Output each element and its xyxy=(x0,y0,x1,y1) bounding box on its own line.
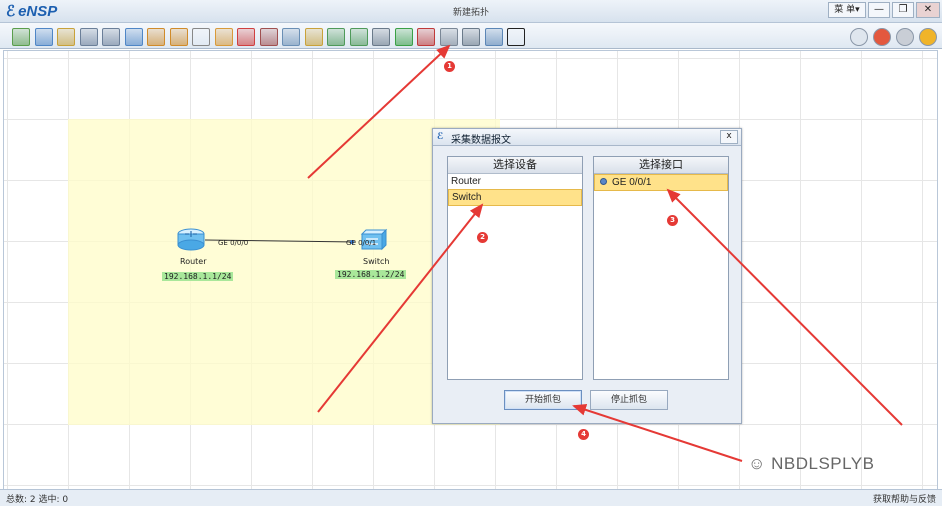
dialog-close-button[interactable]: x xyxy=(720,130,738,144)
redo-icon[interactable] xyxy=(169,28,188,46)
interface-panel: 选择接口 GE 0/0/1 xyxy=(593,156,729,380)
interface-panel-header: 选择接口 xyxy=(594,157,728,174)
help-icon[interactable] xyxy=(919,28,937,46)
fit-icon[interactable] xyxy=(372,28,390,46)
new-test-icon[interactable] xyxy=(34,28,53,46)
device-item-router[interactable]: Router xyxy=(448,174,582,189)
dialog-title: 采集数据报文 xyxy=(451,135,511,146)
toolbar xyxy=(0,23,942,49)
start-device-icon[interactable] xyxy=(394,28,413,46)
open-icon[interactable] xyxy=(57,28,75,46)
wechat-icon: ☺ xyxy=(748,454,766,473)
watermark-text: NBDLSPLYB xyxy=(771,454,875,473)
text-icon[interactable] xyxy=(282,28,300,46)
drag-icon[interactable] xyxy=(214,28,233,46)
zoom-out-icon[interactable] xyxy=(349,28,368,46)
interface-item-label: GE 0/0/1 xyxy=(612,177,652,188)
title-bar: ℰeNSP 新建拓扑 菜 单▾ — ❐ ✕ xyxy=(0,0,942,23)
status-count: 总数: 2 选中: 0 xyxy=(6,495,69,505)
minimize-icon: — xyxy=(874,4,884,15)
router-port-label: GE 0/0/0 xyxy=(218,239,249,247)
undo-icon[interactable] xyxy=(147,28,165,46)
zoom-in-icon[interactable] xyxy=(327,28,345,46)
help-feedback-link[interactable]: 获取帮助与反馈 xyxy=(873,492,936,505)
home-icon[interactable] xyxy=(873,28,891,46)
restore-icon: ❐ xyxy=(898,4,908,15)
status-bar: 总数: 2 选中: 0 获取帮助与反馈 xyxy=(0,489,942,506)
restore-button[interactable]: ❐ xyxy=(892,2,914,18)
router-device[interactable] xyxy=(176,226,206,255)
print-icon[interactable] xyxy=(124,28,143,46)
capture-dialog: ℰ 采集数据报文 x 选择设备 Router Switch 选择接口 GE 0/… xyxy=(432,128,742,424)
stop-capture-button[interactable]: 停止抓包 xyxy=(590,390,668,410)
switch-ip: 192.168.1.2/24 xyxy=(335,270,407,279)
watermark: ☺ NBDLSPLYB xyxy=(748,454,875,474)
router-label: Router xyxy=(180,257,207,266)
palette-icon[interactable] xyxy=(304,28,323,46)
stop-device-icon[interactable] xyxy=(417,28,435,46)
device-panel: 选择设备 Router Switch xyxy=(447,156,583,380)
interface-item-ge001[interactable]: GE 0/0/1 xyxy=(594,174,728,191)
settings-icon[interactable] xyxy=(896,28,914,46)
chat-icon[interactable] xyxy=(850,28,868,46)
save-icon[interactable] xyxy=(79,28,98,46)
delete-icon[interactable] xyxy=(237,28,255,46)
save-as-icon[interactable] xyxy=(102,28,120,46)
step-marker-1: 1 xyxy=(444,61,455,72)
select-icon[interactable] xyxy=(192,28,210,46)
console-icon[interactable] xyxy=(462,28,480,46)
close-icon: ✕ xyxy=(923,4,933,15)
step-marker-3: 3 xyxy=(667,215,678,226)
device-item-switch[interactable]: Switch xyxy=(448,189,582,206)
ensp-logo-icon: ℰ xyxy=(437,132,444,142)
start-capture-button[interactable]: 开始抓包 xyxy=(504,390,582,410)
topology-icon[interactable] xyxy=(507,28,525,46)
capture-icon[interactable] xyxy=(439,28,458,46)
dialog-title-bar: ℰ 采集数据报文 x xyxy=(433,129,741,146)
menu-button[interactable]: 菜 单▾ xyxy=(828,2,866,18)
device-panel-header: 选择设备 xyxy=(448,157,582,174)
window-title: 新建拓扑 xyxy=(452,8,489,18)
show-grid-icon[interactable] xyxy=(484,28,503,46)
router-ip: 192.168.1.1/24 xyxy=(162,272,234,281)
minimize-button[interactable]: — xyxy=(868,2,890,18)
radio-icon[interactable] xyxy=(600,178,607,186)
switch-port-label: GE 0/0/1 xyxy=(346,239,377,247)
step-marker-2: 2 xyxy=(477,232,488,243)
delete-link-icon[interactable] xyxy=(259,28,278,46)
switch-label: Switch xyxy=(363,257,390,266)
close-button[interactable]: ✕ xyxy=(916,2,940,18)
new-topology-icon[interactable] xyxy=(12,28,30,46)
router-icon xyxy=(177,228,205,251)
step-marker-4: 4 xyxy=(578,429,589,440)
